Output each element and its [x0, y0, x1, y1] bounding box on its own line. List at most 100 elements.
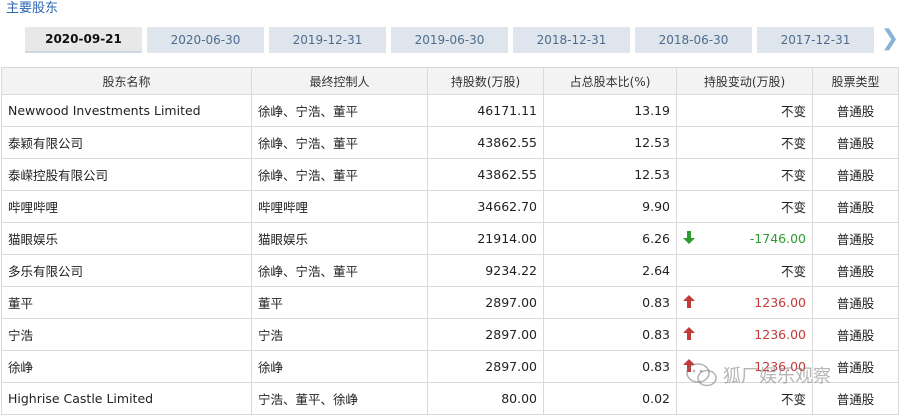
controller-cell: 徐峥、宁浩、董平	[251, 254, 428, 287]
controller-cell: 宁浩	[251, 318, 428, 351]
ratio-cell: 12.53	[543, 126, 677, 159]
controller-cell: 宁浩、董平、徐峥	[251, 382, 428, 415]
shareholder-name-cell: 泰颖有限公司	[1, 126, 252, 159]
change-cell: -1746.00	[676, 222, 813, 255]
shares-cell: 2897.00	[427, 350, 544, 383]
table-row: Highrise Castle Limited 宁浩、董平、徐峥 80.00 0.02…	[1, 382, 899, 415]
table-row: 哔哩哔哩 哔哩哔哩 34662.70 9.90 不变 普通股	[1, 190, 899, 223]
change-cell: 不变	[676, 94, 813, 127]
stock-type-cell: 普通股	[812, 254, 899, 287]
table-row: 徐峥 徐峥 2897.00 0.83 1236.00 普通股	[1, 350, 899, 383]
shareholders-table: 股东名称 最终控制人 持股数(万股) 占总股本比(%) 持股变动(万股) 股票类…	[1, 67, 899, 415]
controller-cell: 徐峥	[251, 350, 428, 383]
change-value: 不变	[780, 264, 806, 279]
stock-type-cell: 普通股	[812, 126, 899, 159]
header-name: 股东名称	[1, 67, 252, 95]
next-arrow-icon[interactable]: ❯	[878, 27, 901, 53]
tab-2020-06-30[interactable]: 2020-06-30	[147, 27, 264, 53]
change-cell: 不变	[676, 254, 813, 287]
tab-2018-12-31[interactable]: 2018-12-31	[513, 27, 630, 53]
shareholder-name-cell: Highrise Castle Limited	[1, 382, 252, 415]
change-value: 不变	[780, 104, 806, 119]
ratio-cell: 12.53	[543, 158, 677, 191]
period-tabs: 2020-09-21 2020-06-30 2019-12-31 2019-06…	[25, 27, 901, 53]
ratio-cell: 0.83	[543, 286, 677, 319]
tab-2019-06-30[interactable]: 2019-06-30	[391, 27, 508, 53]
change-value: 不变	[780, 392, 806, 407]
stock-type-cell: 普通股	[812, 350, 899, 383]
header-ratio: 占总股本比(%)	[543, 67, 677, 95]
change-cell: 不变	[676, 190, 813, 223]
change-cell: 1236.00	[676, 286, 813, 319]
ratio-cell: 0.02	[543, 382, 677, 415]
shares-cell: 43862.55	[427, 126, 544, 159]
arrow-up-icon	[683, 295, 695, 308]
change-cell: 不变	[676, 158, 813, 191]
controller-cell: 徐峥、宁浩、董平	[251, 126, 428, 159]
shareholder-name-cell: 徐峥	[1, 350, 252, 383]
shareholder-name-cell: 哔哩哔哩	[1, 190, 252, 223]
shares-cell: 2897.00	[427, 286, 544, 319]
table-row: 泰颖有限公司 徐峥、宁浩、董平 43862.55 12.53 不变 普通股	[1, 126, 899, 159]
shares-cell: 21914.00	[427, 222, 544, 255]
ratio-cell: 2.64	[543, 254, 677, 287]
shares-cell: 80.00	[427, 382, 544, 415]
section-title: 主要股东	[6, 1, 59, 16]
change-cell: 不变	[676, 382, 813, 415]
stock-type-cell: 普通股	[812, 190, 899, 223]
change-value: 1236.00	[754, 295, 806, 310]
arrow-up-icon	[683, 359, 695, 372]
shares-cell: 9234.22	[427, 254, 544, 287]
shares-cell: 43862.55	[427, 158, 544, 191]
table-header-row: 股东名称 最终控制人 持股数(万股) 占总股本比(%) 持股变动(万股) 股票类…	[1, 67, 899, 95]
controller-cell: 猫眼娱乐	[251, 222, 428, 255]
stock-type-cell: 普通股	[812, 94, 899, 127]
tab-2017-12-31[interactable]: 2017-12-31	[757, 27, 874, 53]
shareholder-name-cell: 泰嵘控股有限公司	[1, 158, 252, 191]
change-cell: 1236.00	[676, 318, 813, 351]
stock-type-cell: 普通股	[812, 382, 899, 415]
tab-2018-06-30[interactable]: 2018-06-30	[635, 27, 752, 53]
header-type: 股票类型	[812, 67, 899, 95]
table-row: Newwood Investments Limited 徐峥、宁浩、董平 46171…	[1, 94, 899, 127]
change-value: 1236.00	[754, 327, 806, 342]
table-row: 宁浩 宁浩 2897.00 0.83 1236.00 普通股	[1, 318, 899, 351]
ratio-cell: 13.19	[543, 94, 677, 127]
change-value: 不变	[780, 168, 806, 183]
shares-cell: 34662.70	[427, 190, 544, 223]
change-value: -1746.00	[749, 231, 806, 246]
header-controller: 最终控制人	[251, 67, 428, 95]
table-row: 猫眼娱乐 猫眼娱乐 21914.00 6.26 -1746.00 普通股	[1, 222, 899, 255]
arrow-up-icon	[683, 327, 695, 340]
controller-cell: 徐峥、宁浩、董平	[251, 158, 428, 191]
shareholder-name-cell: 猫眼娱乐	[1, 222, 252, 255]
controller-cell: 哔哩哔哩	[251, 190, 428, 223]
ratio-cell: 6.26	[543, 222, 677, 255]
ratio-cell: 0.83	[543, 318, 677, 351]
header-change: 持股变动(万股)	[676, 67, 813, 95]
shareholder-name-cell: 多乐有限公司	[1, 254, 252, 287]
controller-cell: 徐峥、宁浩、董平	[251, 94, 428, 127]
ratio-cell: 9.90	[543, 190, 677, 223]
change-value: 1236.00	[754, 359, 806, 374]
shares-cell: 46171.11	[427, 94, 544, 127]
change-cell: 1236.00	[676, 350, 813, 383]
controller-cell: 董平	[251, 286, 428, 319]
shareholder-name-cell: 宁浩	[1, 318, 252, 351]
stock-type-cell: 普通股	[812, 318, 899, 351]
table-row: 多乐有限公司 徐峥、宁浩、董平 9234.22 2.64 不变 普通股	[1, 254, 899, 287]
tab-2020-09-21[interactable]: 2020-09-21	[25, 27, 142, 53]
arrow-down-icon	[683, 231, 695, 244]
header-shares: 持股数(万股)	[427, 67, 544, 95]
tab-2019-12-31[interactable]: 2019-12-31	[269, 27, 386, 53]
stock-type-cell: 普通股	[812, 286, 899, 319]
stock-type-cell: 普通股	[812, 158, 899, 191]
ratio-cell: 0.83	[543, 350, 677, 383]
table-row: 泰嵘控股有限公司 徐峥、宁浩、董平 43862.55 12.53 不变 普通股	[1, 158, 899, 191]
stock-type-cell: 普通股	[812, 222, 899, 255]
change-value: 不变	[780, 200, 806, 215]
shareholder-name-cell: 董平	[1, 286, 252, 319]
table-row: 董平 董平 2897.00 0.83 1236.00 普通股	[1, 286, 899, 319]
shares-cell: 2897.00	[427, 318, 544, 351]
change-cell: 不变	[676, 126, 813, 159]
